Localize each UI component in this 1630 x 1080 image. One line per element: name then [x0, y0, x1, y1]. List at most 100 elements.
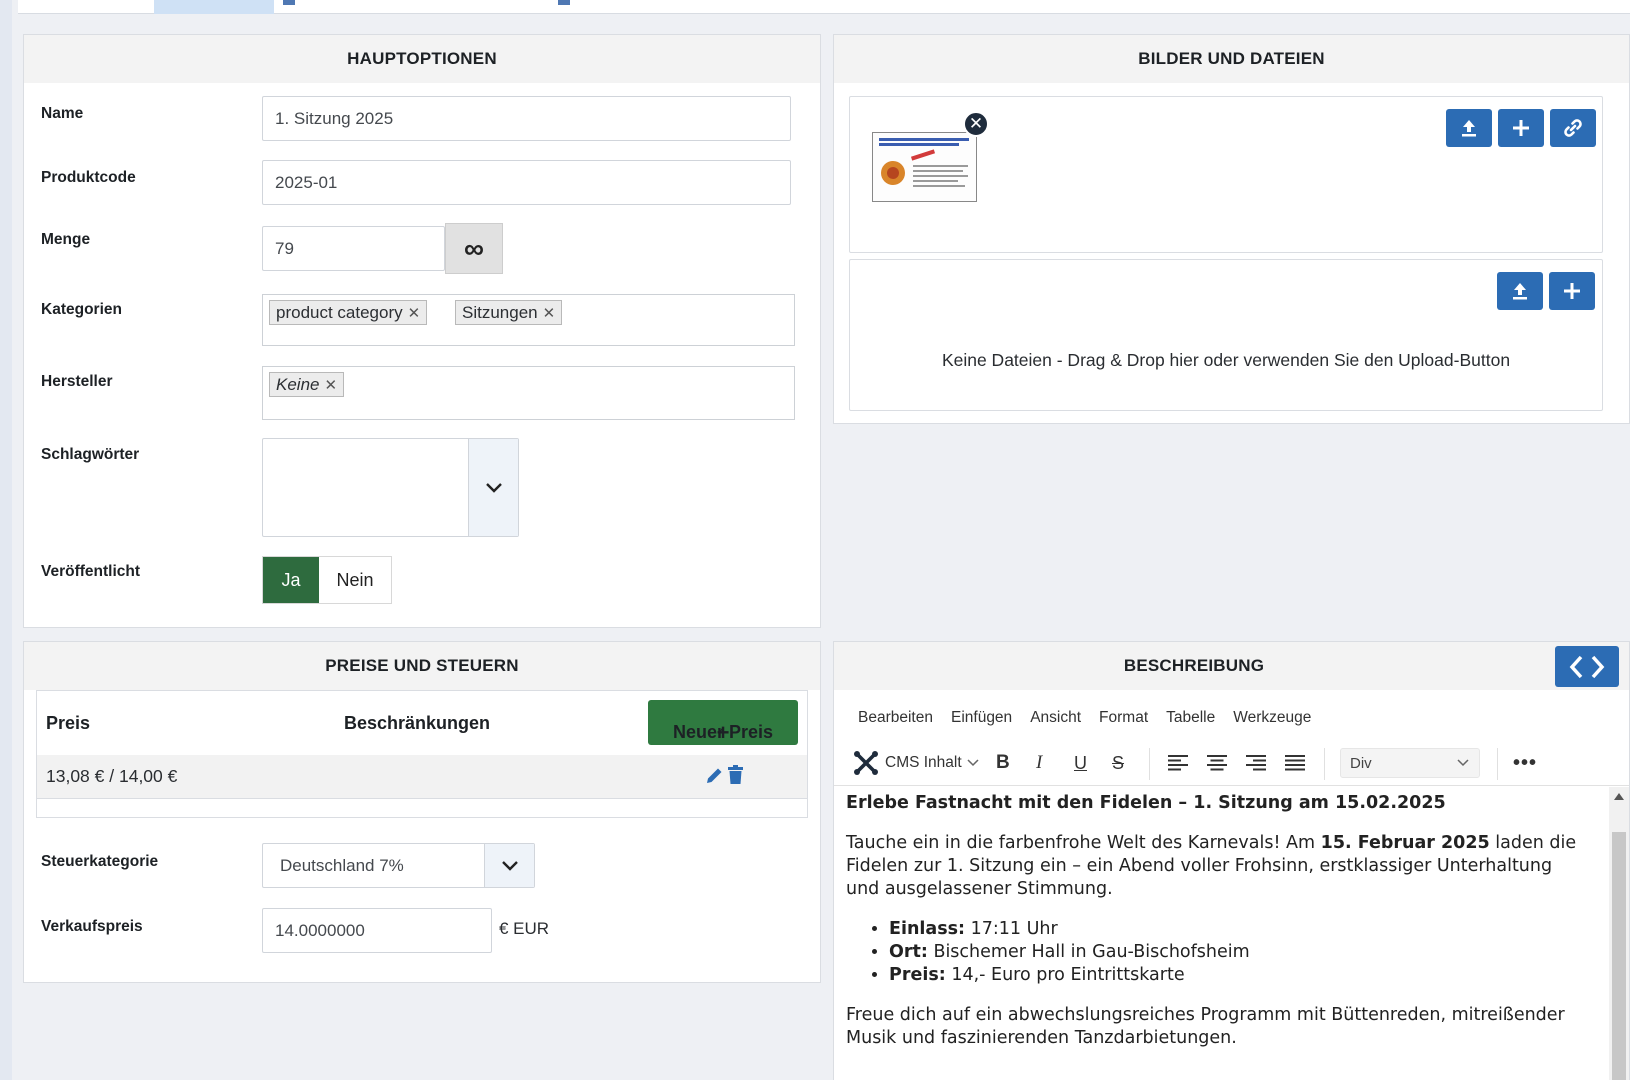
align-justify-icon[interactable] — [1285, 740, 1305, 786]
product-code-input[interactable]: 2025-01 — [262, 160, 791, 205]
menu-format[interactable]: Format — [1099, 709, 1148, 727]
tax-category-value: Deutschland 7% — [280, 856, 404, 875]
list-item-text: Bischemer Hall in Gau-Bischofsheim — [927, 942, 1250, 962]
scroll-up-icon[interactable] — [1614, 793, 1624, 800]
tab-1[interactable] — [18, 0, 138, 14]
categories-select[interactable]: product category ✕ Sitzungen ✕ — [262, 294, 795, 346]
sale-price-input[interactable]: 14.0000000 — [262, 908, 492, 953]
align-right-icon[interactable] — [1246, 740, 1266, 786]
upload-icon — [1513, 283, 1527, 300]
menu-edit[interactable]: Bearbeiten — [858, 709, 933, 727]
top-tab-bar — [18, 0, 1630, 14]
description-panel: BESCHREIBUNG Bearbeiten Einfügen Ansicht… — [833, 641, 1630, 1080]
remove-image-icon[interactable]: ✕ — [963, 111, 989, 137]
currency-suffix: € EUR — [499, 919, 550, 938]
prices-taxes-panel: PREISE UND STEUERN Preis Beschränkungen … — [23, 641, 821, 983]
price-column-header: Preis — [46, 713, 91, 733]
editor-menubar: Bearbeiten Einfügen Ansicht Format Tabel… — [858, 709, 1311, 727]
list-item-label: Ort: — [889, 942, 928, 962]
remove-icon[interactable]: ✕ — [324, 376, 337, 394]
description-editor-content[interactable]: Erlebe Fastnacht mit den Fidelen – 1. Si… — [846, 792, 1578, 1067]
chevron-down-icon[interactable] — [484, 844, 534, 887]
tab-3-icon — [283, 0, 295, 5]
block-format-value: Div — [1350, 754, 1372, 772]
link-icon — [1564, 119, 1582, 137]
main-options-panel: HAUPTOPTIONEN Name 1. Sitzung 2025 Produ… — [23, 34, 821, 628]
category-chip-label: Sitzungen — [462, 302, 538, 322]
menu-tools[interactable]: Werkzeuge — [1233, 709, 1311, 727]
block-format-select[interactable]: Div — [1340, 748, 1480, 778]
files-dropzone[interactable]: Keine Dateien - Drag & Drop hier oder ve… — [849, 259, 1603, 411]
toolbar-separator — [1324, 748, 1325, 780]
left-sidebar-edge — [0, 0, 12, 1080]
editor-toolbar: CMS Inhalt B I U S Div ••• — [834, 740, 1629, 786]
tab-2-active[interactable] — [154, 0, 274, 14]
align-center-icon[interactable] — [1207, 740, 1227, 786]
category-chip-label: product category — [276, 302, 403, 322]
edit-icon[interactable] — [705, 766, 724, 790]
strikethrough-icon[interactable]: S — [1112, 740, 1124, 786]
menu-view[interactable]: Ansicht — [1030, 709, 1081, 727]
chevron-down-icon[interactable] — [468, 439, 518, 536]
description-heading: Erlebe Fastnacht mit den Fidelen – 1. Si… — [846, 793, 1446, 813]
cms-content-button[interactable]: CMS Inhalt — [852, 740, 979, 786]
tags-select[interactable] — [262, 438, 519, 537]
more-icon[interactable]: ••• — [1513, 740, 1537, 786]
cms-content-label: CMS Inhalt — [885, 754, 962, 771]
plus-icon — [1564, 283, 1580, 299]
remove-icon[interactable]: ✕ — [543, 304, 556, 322]
tax-category-select[interactable]: Deutschland 7% — [262, 843, 535, 888]
description-title: BESCHREIBUNG — [834, 642, 1629, 690]
new-price-button-label: Neuer Preis — [672, 722, 774, 742]
manufacturer-chip-label: Keine — [276, 374, 320, 394]
list-item-text: 17:11 Uhr — [965, 919, 1058, 939]
price-table-header: Preis Beschränkungen + Neuer Preis — [37, 691, 807, 755]
category-chip: Sitzungen ✕ — [455, 300, 563, 325]
add-file-button[interactable] — [1549, 272, 1595, 310]
categories-label: Kategorien — [41, 301, 122, 318]
prices-taxes-title: PREISE UND STEUERN — [24, 642, 820, 690]
tab-5-icon — [558, 0, 570, 5]
name-input[interactable]: 1. Sitzung 2025 — [262, 96, 791, 141]
link-image-button[interactable] — [1550, 109, 1596, 147]
product-code-label: Produktcode — [41, 169, 136, 186]
chevron-down-icon — [1457, 759, 1469, 767]
price-value: 13,08 € / 14,00 € — [46, 766, 178, 786]
italic-icon[interactable]: I — [1036, 740, 1042, 786]
menu-table[interactable]: Tabelle — [1166, 709, 1215, 727]
bold-icon[interactable]: B — [996, 740, 1010, 786]
price-table: Preis Beschränkungen + Neuer Preis 13,08… — [36, 690, 808, 818]
images-files-title: BILDER UND DATEIEN — [834, 35, 1629, 83]
upload-image-button[interactable] — [1446, 109, 1492, 147]
published-yes-option[interactable]: Ja — [263, 557, 319, 603]
description-paragraph: Tauche ein in die farbenfrohe Welt des K… — [846, 832, 1578, 901]
description-list: Einlass: 17:11 Uhr Ort: Bischemer Hall i… — [889, 918, 1578, 987]
infinite-quantity-button[interactable]: ∞ — [445, 223, 503, 274]
add-image-button[interactable] — [1498, 109, 1544, 147]
images-dropzone[interactable]: ✕ — [849, 96, 1603, 253]
underline-icon[interactable]: U — [1074, 740, 1087, 786]
manufacturer-chip: Keine ✕ — [269, 372, 345, 397]
trash-icon[interactable] — [727, 765, 744, 790]
product-image-thumbnail[interactable] — [872, 132, 977, 202]
align-left-icon[interactable] — [1168, 740, 1188, 786]
toggle-source-button[interactable] — [1555, 646, 1619, 687]
sale-price-label: Verkaufspreis — [41, 918, 143, 935]
published-toggle[interactable]: Ja Nein — [262, 556, 392, 604]
main-options-title: HAUPTOPTIONEN — [24, 35, 820, 83]
restrictions-column-header: Beschränkungen — [344, 713, 491, 733]
published-label: Veröffentlicht — [41, 563, 141, 580]
remove-icon[interactable]: ✕ — [408, 304, 421, 322]
quantity-input[interactable]: 79 — [262, 226, 445, 271]
published-no-option[interactable]: Nein — [319, 557, 391, 603]
new-price-button[interactable]: + Neuer Preis — [648, 700, 798, 745]
upload-file-button[interactable] — [1497, 272, 1543, 310]
joomla-icon — [854, 751, 878, 775]
toolbar-separator — [1149, 748, 1150, 780]
table-row: 13,08 € / 14,00 € — [37, 755, 807, 799]
manufacturer-label: Hersteller — [41, 373, 113, 390]
manufacturer-select[interactable]: Keine ✕ — [262, 366, 795, 420]
editor-scrollbar-thumb[interactable] — [1612, 832, 1626, 1080]
list-item: Preis: 14,- Euro pro Eintrittskarte — [889, 964, 1578, 987]
menu-insert[interactable]: Einfügen — [951, 709, 1012, 727]
